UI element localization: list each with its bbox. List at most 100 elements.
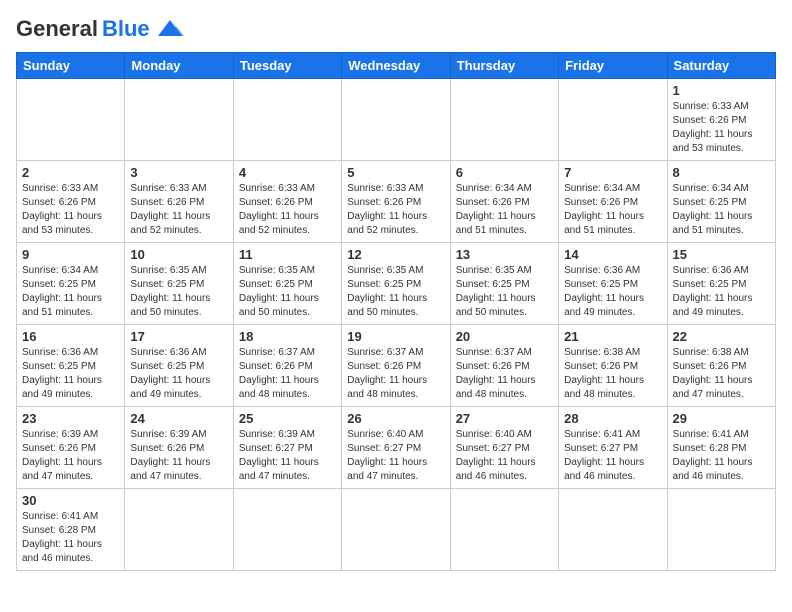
calendar-week-row: 2 Sunrise: 6:33 AM Sunset: 6:26 PM Daylig…: [17, 161, 776, 243]
calendar-table: SundayMondayTuesdayWednesdayThursdayFrid…: [16, 52, 776, 571]
logo-blue-text: Blue: [102, 16, 150, 42]
cell-info: Sunrise: 6:36 AM Sunset: 6:25 PM Dayligh…: [673, 264, 770, 320]
day-number: 27: [456, 411, 553, 426]
calendar-cell: 28 Sunrise: 6:41 AM Sunset: 6:27 PM Dayli…: [559, 407, 667, 489]
calendar-week-row: 23 Sunrise: 6:39 AM Sunset: 6:26 PM Dayli…: [17, 407, 776, 489]
logo: General Blue: [16, 16, 186, 42]
calendar-cell: 22Sunrise: 6:38 AM Sunset: 6:26 PM Dayli…: [667, 325, 775, 407]
calendar-cell: [233, 79, 341, 161]
day-number: 24: [130, 411, 227, 426]
cell-info: Sunrise: 6:35 AM Sunset: 6:25 PM Dayligh…: [239, 264, 336, 320]
calendar-cell: 23Sunrise: 6:39 AM Sunset: 6:26 PM Dayli…: [17, 407, 125, 489]
calendar-week-row: 9 Sunrise: 6:34 AM Sunset: 6:25 PM Daylig…: [17, 243, 776, 325]
calendar-week-row: 16Sunrise: 6:36 AM Sunset: 6:25 PM Dayli…: [17, 325, 776, 407]
day-number: 18: [239, 329, 336, 344]
day-number: 7: [564, 165, 661, 180]
calendar-cell: 25 Sunrise: 6:39 AM Sunset: 6:27 PM Dayli…: [233, 407, 341, 489]
calendar-cell: 1 Sunrise: 6:33 AM Sunset: 6:26 PM Daylig…: [667, 79, 775, 161]
logo-general-text: General: [16, 16, 98, 42]
calendar-cell: 6 Sunrise: 6:34 AM Sunset: 6:26 PM Daylig…: [450, 161, 558, 243]
day-number: 28: [564, 411, 661, 426]
day-number: 15: [673, 247, 770, 262]
calendar-cell: 20 Sunrise: 6:37 AM Sunset: 6:26 PM Dayli…: [450, 325, 558, 407]
day-header-thursday: Thursday: [450, 53, 558, 79]
day-number: 11: [239, 247, 336, 262]
calendar-cell: 24 Sunrise: 6:39 AM Sunset: 6:26 PM Dayli…: [125, 407, 233, 489]
calendar-cell: [667, 489, 775, 571]
calendar-cell: 21Sunrise: 6:38 AM Sunset: 6:26 PM Dayli…: [559, 325, 667, 407]
cell-info: Sunrise: 6:41 AM Sunset: 6:28 PM Dayligh…: [22, 510, 119, 566]
day-number: 20: [456, 329, 553, 344]
cell-info: Sunrise: 6:34 AM Sunset: 6:26 PM Dayligh…: [456, 182, 553, 238]
cell-info: Sunrise: 6:41 AM Sunset: 6:27 PM Dayligh…: [564, 428, 661, 484]
calendar-cell: [559, 489, 667, 571]
calendar-cell: [559, 79, 667, 161]
day-header-saturday: Saturday: [667, 53, 775, 79]
day-number: 30: [22, 493, 119, 508]
day-number: 12: [347, 247, 444, 262]
calendar-cell: 18Sunrise: 6:37 AM Sunset: 6:26 PM Dayli…: [233, 325, 341, 407]
calendar-cell: 16Sunrise: 6:36 AM Sunset: 6:25 PM Dayli…: [17, 325, 125, 407]
day-number: 5: [347, 165, 444, 180]
day-number: 9: [22, 247, 119, 262]
day-number: 2: [22, 165, 119, 180]
cell-info: Sunrise: 6:36 AM Sunset: 6:25 PM Dayligh…: [22, 346, 119, 402]
cell-info: Sunrise: 6:33 AM Sunset: 6:26 PM Dayligh…: [673, 100, 770, 156]
day-number: 26: [347, 411, 444, 426]
calendar-cell: [125, 489, 233, 571]
calendar-cell: 9 Sunrise: 6:34 AM Sunset: 6:25 PM Daylig…: [17, 243, 125, 325]
cell-info: Sunrise: 6:36 AM Sunset: 6:25 PM Dayligh…: [130, 346, 227, 402]
day-number: 13: [456, 247, 553, 262]
calendar-week-row: 1 Sunrise: 6:33 AM Sunset: 6:26 PM Daylig…: [17, 79, 776, 161]
day-header-monday: Monday: [125, 53, 233, 79]
day-header-tuesday: Tuesday: [233, 53, 341, 79]
cell-info: Sunrise: 6:35 AM Sunset: 6:25 PM Dayligh…: [130, 264, 227, 320]
calendar-cell: 14Sunrise: 6:36 AM Sunset: 6:25 PM Dayli…: [559, 243, 667, 325]
cell-info: Sunrise: 6:35 AM Sunset: 6:25 PM Dayligh…: [456, 264, 553, 320]
calendar-cell: 29Sunrise: 6:41 AM Sunset: 6:28 PM Dayli…: [667, 407, 775, 489]
day-number: 29: [673, 411, 770, 426]
day-number: 23: [22, 411, 119, 426]
day-number: 25: [239, 411, 336, 426]
cell-info: Sunrise: 6:35 AM Sunset: 6:25 PM Dayligh…: [347, 264, 444, 320]
day-number: 17: [130, 329, 227, 344]
cell-info: Sunrise: 6:39 AM Sunset: 6:26 PM Dayligh…: [130, 428, 227, 484]
day-number: 21: [564, 329, 661, 344]
calendar-cell: 7 Sunrise: 6:34 AM Sunset: 6:26 PM Daylig…: [559, 161, 667, 243]
day-number: 19: [347, 329, 444, 344]
calendar-cell: 13 Sunrise: 6:35 AM Sunset: 6:25 PM Dayli…: [450, 243, 558, 325]
calendar-cell: 3 Sunrise: 6:33 AM Sunset: 6:26 PM Daylig…: [125, 161, 233, 243]
calendar-cell: 2 Sunrise: 6:33 AM Sunset: 6:26 PM Daylig…: [17, 161, 125, 243]
calendar-cell: 11 Sunrise: 6:35 AM Sunset: 6:25 PM Dayli…: [233, 243, 341, 325]
calendar-cell: 4Sunrise: 6:33 AM Sunset: 6:26 PM Daylig…: [233, 161, 341, 243]
calendar-cell: 27Sunrise: 6:40 AM Sunset: 6:27 PM Dayli…: [450, 407, 558, 489]
calendar-cell: 5 Sunrise: 6:33 AM Sunset: 6:26 PM Daylig…: [342, 161, 450, 243]
day-header-wednesday: Wednesday: [342, 53, 450, 79]
day-number: 3: [130, 165, 227, 180]
cell-info: Sunrise: 6:39 AM Sunset: 6:27 PM Dayligh…: [239, 428, 336, 484]
day-number: 8: [673, 165, 770, 180]
cell-info: Sunrise: 6:34 AM Sunset: 6:25 PM Dayligh…: [673, 182, 770, 238]
day-number: 1: [673, 83, 770, 98]
cell-info: Sunrise: 6:33 AM Sunset: 6:26 PM Dayligh…: [239, 182, 336, 238]
calendar-header-row: SundayMondayTuesdayWednesdayThursdayFrid…: [17, 53, 776, 79]
cell-info: Sunrise: 6:34 AM Sunset: 6:25 PM Dayligh…: [22, 264, 119, 320]
day-number: 6: [456, 165, 553, 180]
calendar-cell: [342, 79, 450, 161]
calendar-cell: [17, 79, 125, 161]
cell-info: Sunrise: 6:34 AM Sunset: 6:26 PM Dayligh…: [564, 182, 661, 238]
cell-info: Sunrise: 6:37 AM Sunset: 6:26 PM Dayligh…: [456, 346, 553, 402]
calendar-cell: 19 Sunrise: 6:37 AM Sunset: 6:26 PM Dayli…: [342, 325, 450, 407]
calendar-cell: 12 Sunrise: 6:35 AM Sunset: 6:25 PM Dayli…: [342, 243, 450, 325]
cell-info: Sunrise: 6:33 AM Sunset: 6:26 PM Dayligh…: [347, 182, 444, 238]
cell-info: Sunrise: 6:37 AM Sunset: 6:26 PM Dayligh…: [347, 346, 444, 402]
day-header-sunday: Sunday: [17, 53, 125, 79]
cell-info: Sunrise: 6:33 AM Sunset: 6:26 PM Dayligh…: [130, 182, 227, 238]
calendar-cell: 8 Sunrise: 6:34 AM Sunset: 6:25 PM Daylig…: [667, 161, 775, 243]
calendar-cell: 15 Sunrise: 6:36 AM Sunset: 6:25 PM Dayli…: [667, 243, 775, 325]
cell-info: Sunrise: 6:33 AM Sunset: 6:26 PM Dayligh…: [22, 182, 119, 238]
day-number: 22: [673, 329, 770, 344]
calendar-cell: [342, 489, 450, 571]
calendar-cell: [450, 79, 558, 161]
calendar-cell: 26Sunrise: 6:40 AM Sunset: 6:27 PM Dayli…: [342, 407, 450, 489]
